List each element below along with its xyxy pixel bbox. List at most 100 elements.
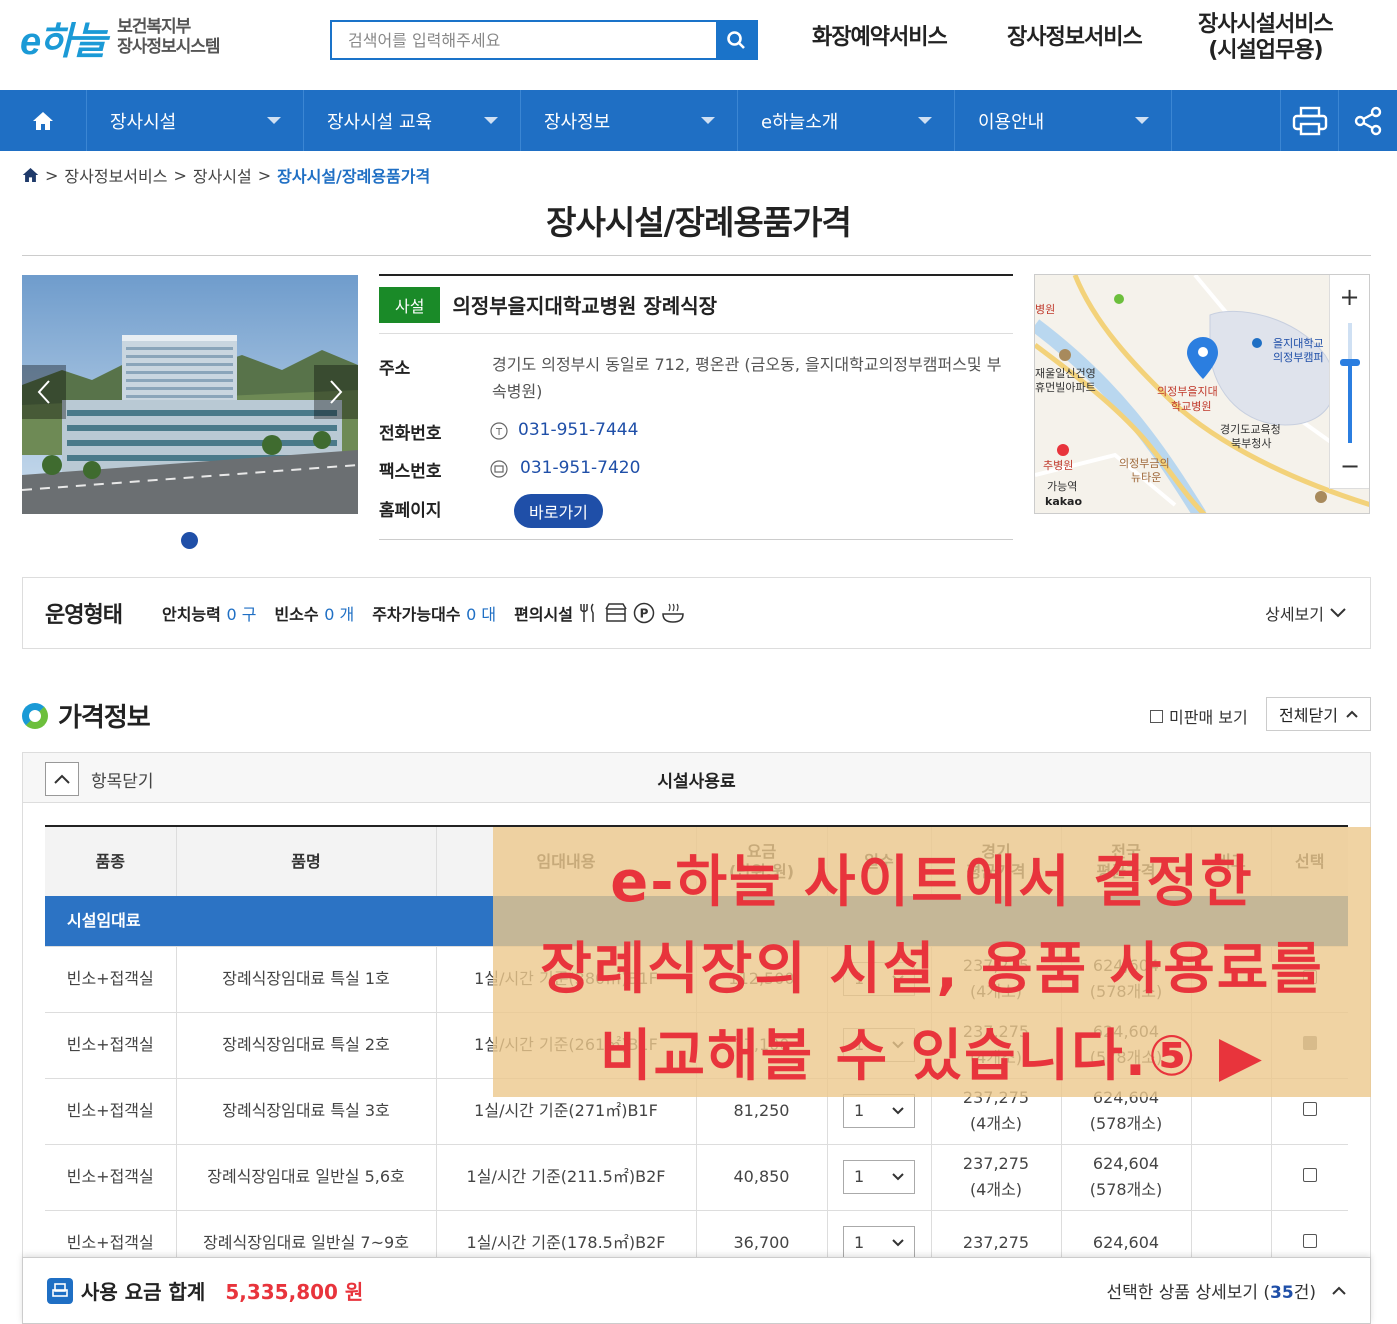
nav-item-about[interactable]: e하늘소개 [738, 90, 955, 151]
selected-count: 35 [1270, 1283, 1294, 1303]
home-icon[interactable] [22, 167, 39, 183]
zoom-in-button[interactable]: + [1330, 275, 1369, 319]
share-button[interactable] [1339, 90, 1397, 151]
unsold-label: 미판매 보기 [1169, 708, 1248, 727]
days-select[interactable]: 1 [843, 1160, 915, 1194]
breadcrumb: > 장사정보서비스 > 장사시설 > 장사시설/장례용품가격 [22, 163, 430, 187]
title-divider [22, 255, 1371, 256]
capacity-item: 안치능력 0 구 [162, 601, 256, 625]
site-logo[interactable]: e하늘 보건복지부 장사정보시스템 [20, 12, 250, 63]
search-icon [727, 31, 745, 49]
homepage-label: 홈페이지 [379, 501, 442, 521]
nav-item-info[interactable]: 장사정보 [521, 90, 738, 151]
search-button[interactable] [716, 22, 756, 58]
amenities-label: 편의시설 [514, 605, 573, 624]
zoom-out-button[interactable]: − [1330, 444, 1369, 488]
home-icon [33, 111, 53, 130]
nav-item-guide[interactable]: 이용안내 [955, 90, 1172, 151]
cell-fee: 40,850 [696, 1144, 828, 1211]
carousel-dot[interactable] [181, 532, 198, 549]
restaurant-icon [580, 603, 594, 622]
nav-label: 장사시설 [110, 111, 177, 133]
parking-label: 주차가능대수 [372, 605, 461, 624]
chevron-right-icon [330, 380, 343, 404]
capacity-value: 0 구 [226, 605, 257, 624]
homepage-button[interactable]: 바로가기 [514, 494, 603, 528]
days-value: 1 [854, 1167, 865, 1186]
caption-line2: 장례식장의 시설, 용품 사용료를 [540, 937, 1324, 1002]
search-input[interactable] [332, 22, 716, 58]
logo-text: 보건복지부 장사정보시스템 [117, 17, 220, 57]
cell-kind: 빈소+접객실 [45, 1012, 177, 1079]
facility-service-line2: (시설업무용) [1208, 38, 1323, 63]
photo-next-button[interactable] [314, 365, 358, 419]
fax-icon [490, 459, 508, 478]
fax-number: 031-951-7420 [520, 458, 641, 478]
hospital-building-image [22, 275, 358, 514]
cell-kind: 빈소+접객실 [45, 1078, 177, 1145]
unsold-checkbox[interactable] [1150, 709, 1163, 723]
table-row: 빈소+접객실 장례식장임대료 일반실 5,6호 1실/시간 기준(211.5㎡)B2… [45, 1144, 1348, 1211]
cell-kind: 빈소+접객실 [45, 1144, 177, 1211]
svg-text:병원: 병원 [1035, 303, 1055, 316]
zoom-handle[interactable] [1340, 359, 1360, 366]
caption-line1: e-하늘 사이트에서 결정한 [610, 850, 1254, 915]
cell-name: 장례식장임대료 일반실 5,6호 [176, 1144, 437, 1211]
funeral-info-link[interactable]: 장사정보서비스 [1007, 25, 1143, 51]
days-value: 1 [854, 1233, 865, 1252]
photo-prev-button[interactable] [22, 365, 66, 419]
row-checkbox[interactable] [1302, 1234, 1317, 1248]
nav-item-education[interactable]: 장사시설 교육 [304, 90, 521, 151]
facility-type-tag: 사설 [379, 286, 441, 323]
breadcrumb-item[interactable]: 장사시설 [193, 163, 252, 187]
chevron-up-icon [1346, 710, 1358, 718]
operation-title: 운영형태 [45, 603, 123, 628]
breadcrumb-separator: > [257, 165, 272, 185]
days-select[interactable]: 1 [843, 1094, 915, 1128]
phone-row: T 031-951-7444 [490, 417, 638, 444]
facility-header: 사설 의정부을지대학교병원 장례식장 [379, 276, 1013, 334]
facility-photo [22, 275, 358, 514]
days-select[interactable]: 1 [843, 1226, 915, 1260]
zoom-level [1348, 363, 1352, 443]
facility-service-line1: 장사시설서비스 [1198, 12, 1334, 37]
breadcrumb-separator: > [45, 165, 59, 185]
rooms-item: 빈소수 0 개 [274, 601, 354, 625]
details-toggle[interactable]: 상세보기 [1265, 601, 1346, 625]
price-section-header: 가격정보 [22, 697, 151, 734]
facility-info: 사설 의정부을지대학교병원 장례식장 주소 경기도 의정부시 동일로 712, … [379, 274, 1013, 540]
cremation-reservation-link[interactable]: 화장예약서비스 [812, 25, 948, 51]
details-prefix: 선택한 상품 상세보기 ( [1106, 1283, 1271, 1303]
nav-label: 장사정보 [544, 111, 611, 133]
price-title: 가격정보 [58, 703, 151, 733]
location-map[interactable]: 의정부을지대 학교병원 을지대학교 의정부캠퍼 경기도교육청 북부청사 재울일신… [1034, 274, 1370, 514]
print-button[interactable] [1281, 90, 1339, 151]
home-button[interactable] [0, 90, 87, 151]
breadcrumb-item[interactable]: 장사정보서비스 [64, 163, 167, 187]
facility-service-link[interactable]: 장사시설서비스 (시설업무용) [1198, 12, 1334, 64]
nav-item-facility[interactable]: 장사시설 [87, 90, 304, 151]
address-label: 주소 [379, 359, 411, 379]
svg-text:kakao: kakao [1045, 495, 1082, 508]
close-all-button[interactable]: 전체닫기 [1266, 697, 1371, 731]
parking-item: 주차가능대수 0 대 [372, 601, 496, 625]
row-checkbox[interactable] [1302, 1168, 1317, 1182]
panel-title: 시설사용료 [657, 772, 736, 792]
chevron-down-icon [918, 117, 932, 124]
column-header: 품종 [45, 825, 177, 896]
svg-text:의정부캠퍼: 의정부캠퍼 [1273, 351, 1324, 364]
chevron-down-icon [892, 1173, 904, 1181]
svg-text:을지대학교: 을지대학교 [1273, 337, 1324, 350]
search-box [330, 20, 758, 60]
national-avg-value: 624,604 [1092, 1154, 1160, 1173]
selected-details-toggle[interactable]: 선택한 상품 상세보기 (35건) [1106, 1278, 1346, 1303]
unsold-toggle[interactable]: 미판매 보기 [1150, 704, 1248, 728]
row-checkbox[interactable] [1302, 1102, 1317, 1116]
meal-icon [662, 603, 684, 623]
amenities-item: 편의시설 P [514, 601, 685, 625]
phone-number[interactable]: 031-951-7444 [518, 417, 638, 444]
cell-national-avg: 624,604 (578개소) [1061, 1144, 1192, 1211]
cell-kind: 빈소+접객실 [45, 946, 177, 1013]
svg-text:T: T [495, 427, 503, 438]
region-avg-value: 237,275 [962, 1233, 1030, 1252]
